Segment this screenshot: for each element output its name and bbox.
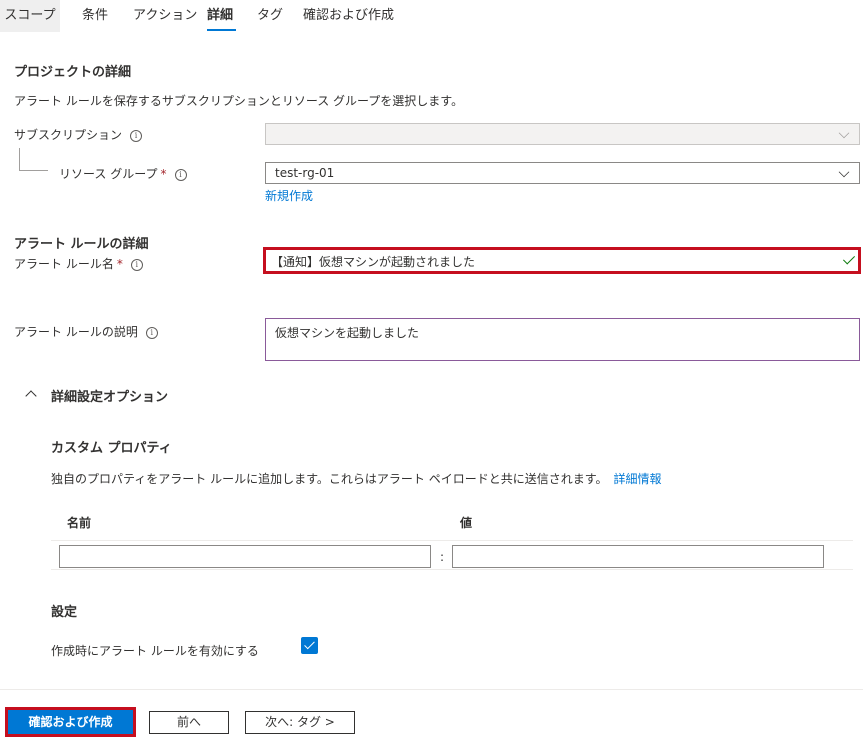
alert-rule-description-label: アラート ルールの説明 bbox=[14, 325, 138, 339]
checkmark-icon bbox=[304, 638, 315, 650]
custom-properties-title: カスタム プロパティ bbox=[51, 441, 172, 456]
subscription-dropdown[interactable] bbox=[265, 123, 860, 145]
info-icon[interactable]: i bbox=[174, 169, 187, 181]
resource-group-label: リソース グループ bbox=[59, 167, 158, 181]
alert-rule-name-label-row: アラート ルール名 * i bbox=[14, 255, 143, 272]
info-icon[interactable]: i bbox=[130, 130, 143, 142]
subscription-label: サブスクリプション bbox=[14, 128, 123, 142]
info-icon[interactable]: i bbox=[145, 327, 158, 339]
property-separator: : bbox=[440, 550, 445, 564]
review-create-button[interactable]: 確認および作成 bbox=[8, 710, 133, 734]
alert-rule-description-input[interactable]: 仮想マシンを起動しました bbox=[265, 318, 860, 361]
resource-group-dropdown[interactable]: test-rg-01 bbox=[265, 162, 860, 184]
previous-button[interactable]: 前へ bbox=[149, 711, 229, 734]
advanced-options-toggle[interactable]: 詳細設定オプション bbox=[51, 386, 168, 405]
alert-rule-name-label: アラート ルール名 bbox=[14, 257, 114, 271]
alert-rule-description-value: 仮想マシンを起動しました bbox=[275, 326, 420, 340]
table-divider bbox=[51, 569, 853, 570]
chevron-up-icon[interactable] bbox=[25, 390, 37, 402]
info-icon[interactable]: i bbox=[130, 259, 143, 271]
next-tags-button[interactable]: 次へ: タグ > bbox=[245, 711, 355, 734]
custom-properties-description: 独自のプロパティをアラート ルールに追加します。これらはアラート ペイロードと共… bbox=[51, 472, 608, 486]
tab-conditions[interactable]: 条件 bbox=[82, 0, 108, 32]
custom-properties-description-row: 独自のプロパティをアラート ルールに追加します。これらはアラート ペイロードと共… bbox=[51, 470, 662, 487]
tab-scope[interactable]: スコープ bbox=[0, 0, 60, 32]
enable-on-create-checkbox[interactable] bbox=[301, 637, 318, 654]
tree-connector-horizontal bbox=[19, 170, 48, 171]
property-value-input[interactable] bbox=[452, 545, 824, 568]
tab-details[interactable]: 詳細 bbox=[207, 0, 233, 32]
subscription-label-row: サブスクリプション i bbox=[14, 126, 143, 143]
table-divider bbox=[51, 540, 853, 541]
tree-connector-vertical bbox=[19, 148, 20, 170]
chevron-down-icon bbox=[838, 127, 850, 139]
settings-title: 設定 bbox=[51, 605, 78, 620]
active-tab-indicator bbox=[207, 29, 236, 31]
chevron-down-icon bbox=[838, 166, 850, 178]
create-new-link[interactable]: 新規作成 bbox=[265, 187, 313, 204]
footer-divider bbox=[0, 689, 863, 690]
alert-rule-name-value: 【通知】仮想マシンが起動されました bbox=[271, 255, 476, 269]
resource-group-label-row: リソース グループ * i bbox=[59, 165, 187, 182]
tab-review-create[interactable]: 確認および作成 bbox=[303, 0, 394, 32]
review-create-button-wrapper[interactable]: 確認および作成 bbox=[5, 707, 136, 737]
required-marker: * bbox=[116, 257, 123, 271]
required-marker: * bbox=[160, 167, 167, 181]
alert-rule-description-label-row: アラート ルールの説明 i bbox=[14, 323, 158, 340]
alert-rule-name-input[interactable]: 【通知】仮想マシンが起動されました bbox=[263, 247, 861, 274]
tab-tags[interactable]: タグ bbox=[257, 0, 283, 32]
learn-more-link[interactable]: 詳細情報 bbox=[614, 472, 662, 486]
checkmark-icon bbox=[842, 252, 856, 265]
project-details-title: プロジェクトの詳細 bbox=[14, 65, 132, 80]
enable-on-create-label: 作成時にアラート ルールを有効にする bbox=[51, 644, 259, 658]
property-name-input[interactable] bbox=[59, 545, 431, 568]
property-value-column-header: 値 bbox=[460, 516, 473, 530]
project-details-description: アラート ルールを保存するサブスクリプションとリソース グループを選択します。 bbox=[14, 94, 464, 108]
resource-group-value: test-rg-01 bbox=[275, 166, 335, 180]
property-name-column-header: 名前 bbox=[67, 516, 92, 530]
tab-actions[interactable]: アクション bbox=[133, 0, 197, 32]
alert-rule-details-title: アラート ルールの詳細 bbox=[14, 237, 149, 252]
